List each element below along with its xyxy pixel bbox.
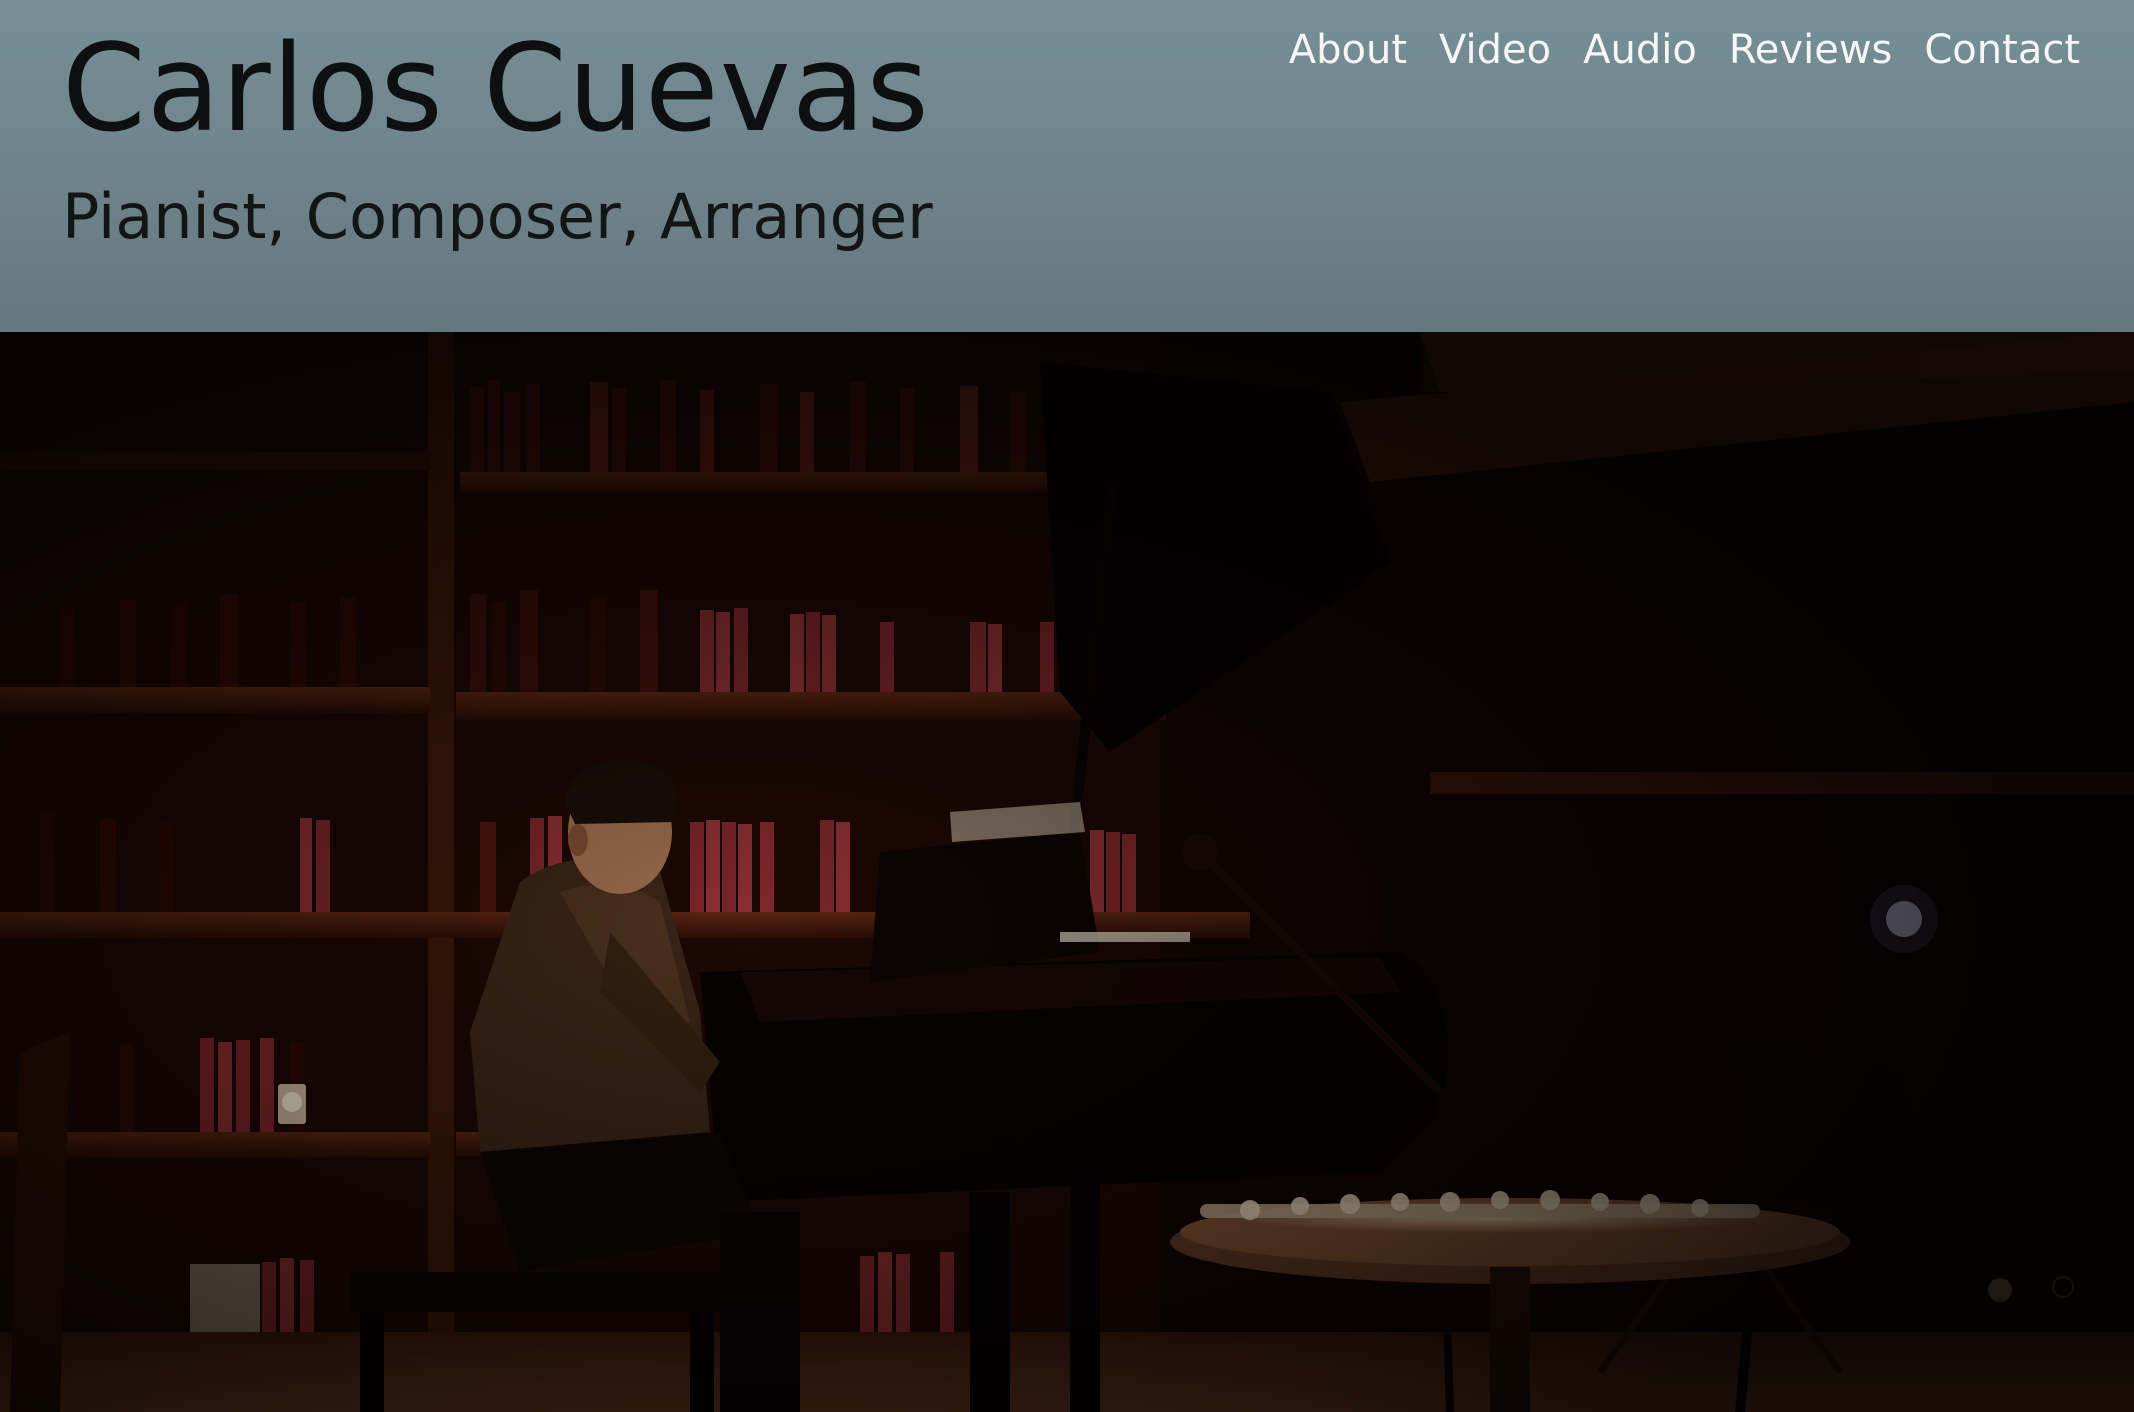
nav-link-audio[interactable]: Audio <box>1583 24 1697 76</box>
nav-link-reviews[interactable]: Reviews <box>1729 24 1893 76</box>
hero-image <box>0 332 2134 1412</box>
nav-link-about[interactable]: About <box>1289 24 1407 76</box>
nav-link-contact[interactable]: Contact <box>1924 24 2080 76</box>
nav-link-video[interactable]: Video <box>1439 24 1551 76</box>
site-title[interactable]: Carlos Cuevas <box>62 18 930 162</box>
page: Carlos Cuevas Pianist, Composer, Arrange… <box>0 0 2134 1412</box>
main-nav: About Video Audio Reviews Contact <box>1289 24 2080 76</box>
site-subtitle: Pianist, Composer, Arranger <box>62 180 933 253</box>
hero-photo-illustration <box>0 332 2134 1412</box>
site-header: Carlos Cuevas Pianist, Composer, Arrange… <box>0 0 2134 332</box>
